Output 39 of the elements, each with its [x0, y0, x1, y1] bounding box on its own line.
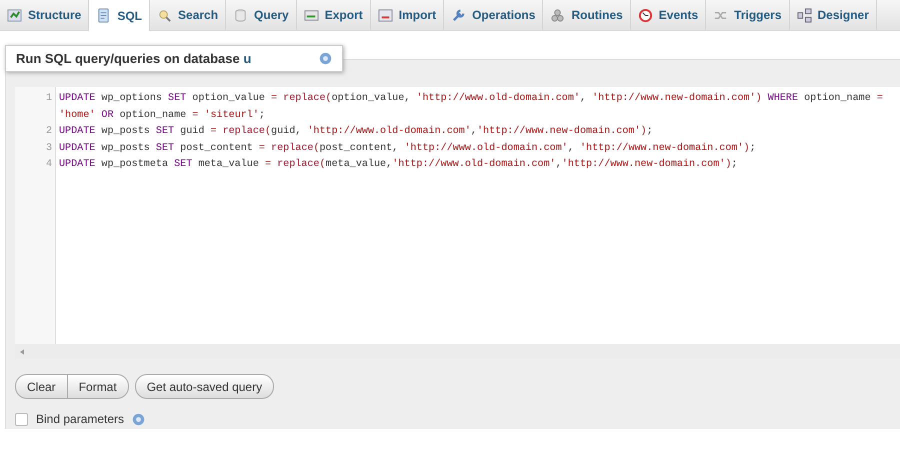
sql-editor[interactable] — [15, 87, 900, 344]
tab[interactable]: Triggers — [706, 0, 790, 30]
scroll-left-icon[interactable] — [20, 348, 24, 354]
help-icon[interactable] — [132, 412, 146, 426]
import-icon — [378, 8, 393, 22]
tab[interactable]: Export — [296, 0, 371, 30]
code-line: UPDATE wp_posts SET guid = replace(guid, 'http://www.old-domain.com','http://www.new-domain.com'); — [58, 124, 653, 140]
query-button[interactable]: Clear — [15, 374, 68, 399]
checkbox-label: Bind parameters — [36, 412, 124, 426]
gears-icon — [550, 8, 566, 22]
line-number: 4 — [44, 158, 53, 172]
tab[interactable]: Import — [370, 0, 444, 30]
tab[interactable]: Search — [150, 0, 226, 30]
tab[interactable]: Events — [630, 0, 706, 30]
diagram-icon — [796, 8, 812, 22]
tab[interactable]: SQL — [89, 0, 150, 31]
search-icon — [157, 8, 172, 22]
tab[interactable]: Query — [226, 0, 297, 30]
line-number: 1 — [44, 92, 53, 106]
tab[interactable]: Routines — [543, 0, 631, 30]
tab[interactable]: Operations — [444, 0, 544, 30]
database-link[interactable]: u — [243, 51, 252, 66]
panel-title: Run SQL query/queries on database u — [16, 51, 252, 66]
help-icon[interactable] — [319, 52, 332, 65]
code-line: UPDATE wp_options SET option_value = replace(option_value, 'http://www.old-domain.com', 'http://www.new-domain.com') WHERE option_name = 'home' OR option_name = 'siteurl'; — [58, 92, 884, 123]
clock-icon — [638, 8, 653, 22]
line-number: 3 — [44, 142, 53, 156]
checkbox[interactable] — [15, 412, 28, 426]
database-icon — [233, 8, 248, 22]
line-number: 2 — [44, 125, 53, 140]
query-button[interactable]: Format — [68, 374, 129, 399]
chart-icon — [7, 8, 22, 22]
document-icon — [96, 8, 112, 23]
code-line: UPDATE wp_postmeta SET meta_value = replace(meta_value,'http://www.old-domain.com','http://www.new-domain.com'); — [58, 158, 738, 172]
wrench-icon — [451, 8, 466, 22]
export-icon — [304, 8, 319, 22]
tab[interactable]: Designer — [790, 0, 877, 30]
code-line: UPDATE wp_posts SET post_content = replace(post_content, 'http://www.old-domain.com', 'http://www.new-domain.com'); — [58, 142, 756, 156]
query-button[interactable]: Get auto-saved query — [134, 374, 274, 399]
